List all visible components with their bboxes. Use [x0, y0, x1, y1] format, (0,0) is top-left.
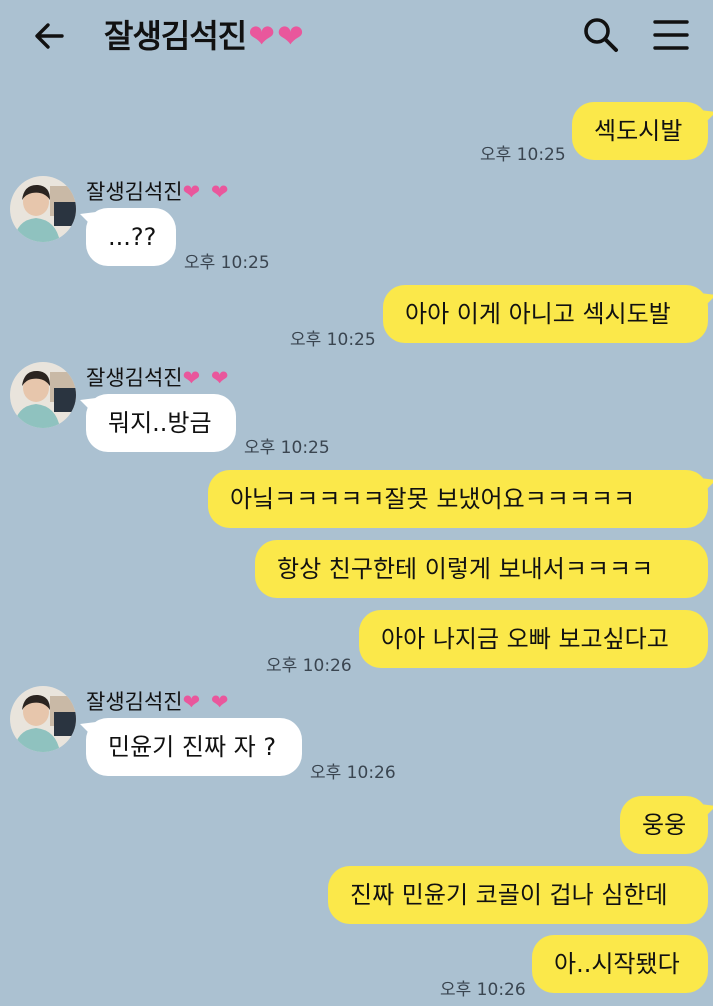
avatar-image [10, 362, 76, 428]
avatar[interactable] [10, 176, 76, 242]
other-message-bubble[interactable]: 민윤기 진짜 자 ? [86, 718, 302, 776]
title-hearts: ❤❤ [248, 17, 306, 55]
message-text: 아닠ㅋㅋㅋㅋㅋ잘못 보냈어요ㅋㅋㅋㅋㅋ [230, 485, 636, 513]
sender-name-text: 잘생김석진 [86, 366, 183, 390]
message-text: 뭐지..방금 [108, 409, 212, 437]
avatar-image [10, 686, 76, 752]
menu-icon[interactable] [652, 18, 690, 52]
my-message-bubble[interactable]: 아아 이게 아니고 섹시도발 [383, 285, 708, 343]
my-message-bubble[interactable]: 섹도시발 [572, 102, 708, 160]
my-message-bubble[interactable]: 아아 나지금 오빠 보고싶다고 [359, 610, 708, 668]
message-text: 민윤기 진짜 자 ? [108, 733, 277, 761]
message-text: 아아 나지금 오빠 보고싶다고 [381, 625, 669, 653]
bubble-tail [700, 478, 713, 492]
my-message-bubble[interactable]: 아..시작됐다 [532, 935, 708, 993]
my-message-bubble[interactable]: 웅웅 [620, 796, 708, 854]
sender-name: 잘생김석진❤ ❤ [86, 362, 230, 392]
other-message-bubble[interactable]: ...?? [86, 208, 176, 266]
avatar-image [10, 176, 76, 242]
back-arrow-icon[interactable] [32, 18, 68, 54]
avatar[interactable] [10, 362, 76, 428]
message-time: 오후 10:26 [440, 980, 526, 1000]
message-text: ...?? [108, 223, 157, 251]
my-message-bubble[interactable]: 진짜 민윤기 코골이 겁나 심한데 [328, 866, 708, 924]
sender-name: 잘생김석진❤ ❤ [86, 686, 230, 716]
sender-name-text: 잘생김석진 [86, 690, 183, 714]
chat-title: 잘생김석진❤❤ [104, 14, 306, 58]
my-message-bubble[interactable]: 항상 친구한테 이렇게 보내서ㅋㅋㅋㅋ [255, 540, 708, 598]
message-text: 진짜 민윤기 코골이 겁나 심한데 [350, 881, 668, 909]
sender-name-text: 잘생김석진 [86, 180, 183, 204]
sender-hearts: ❤ ❤ [182, 180, 231, 204]
message-time: 오후 10:25 [244, 438, 330, 458]
my-message-bubble[interactable]: 아닠ㅋㅋㅋㅋㅋ잘못 보냈어요ㅋㅋㅋㅋㅋ [208, 470, 708, 528]
avatar[interactable] [10, 686, 76, 752]
bubble-tail [700, 804, 713, 818]
message-time: 오후 10:26 [310, 763, 396, 783]
other-message-bubble[interactable]: 뭐지..방금 [86, 394, 236, 452]
bubble-tail [700, 293, 713, 307]
bubble-tail [700, 110, 713, 124]
chat-header: 잘생김석진❤❤ [0, 0, 713, 72]
message-time: 오후 10:25 [480, 145, 566, 165]
chat-title-text: 잘생김석진 [104, 17, 247, 55]
sender-hearts: ❤ ❤ [182, 366, 231, 390]
message-text: 섹도시발 [594, 117, 683, 145]
search-icon[interactable] [582, 16, 620, 54]
sender-name: 잘생김석진❤ ❤ [86, 176, 230, 206]
message-text: 웅웅 [642, 811, 687, 839]
message-text: 아..시작됐다 [554, 950, 680, 978]
message-text: 아아 이게 아니고 섹시도발 [405, 300, 671, 328]
message-text: 항상 친구한테 이렇게 보내서ㅋㅋㅋㅋ [277, 555, 654, 583]
message-time: 오후 10:25 [290, 330, 376, 350]
message-time: 오후 10:25 [184, 253, 270, 273]
sender-hearts: ❤ ❤ [182, 690, 231, 714]
message-time: 오후 10:26 [266, 656, 352, 676]
